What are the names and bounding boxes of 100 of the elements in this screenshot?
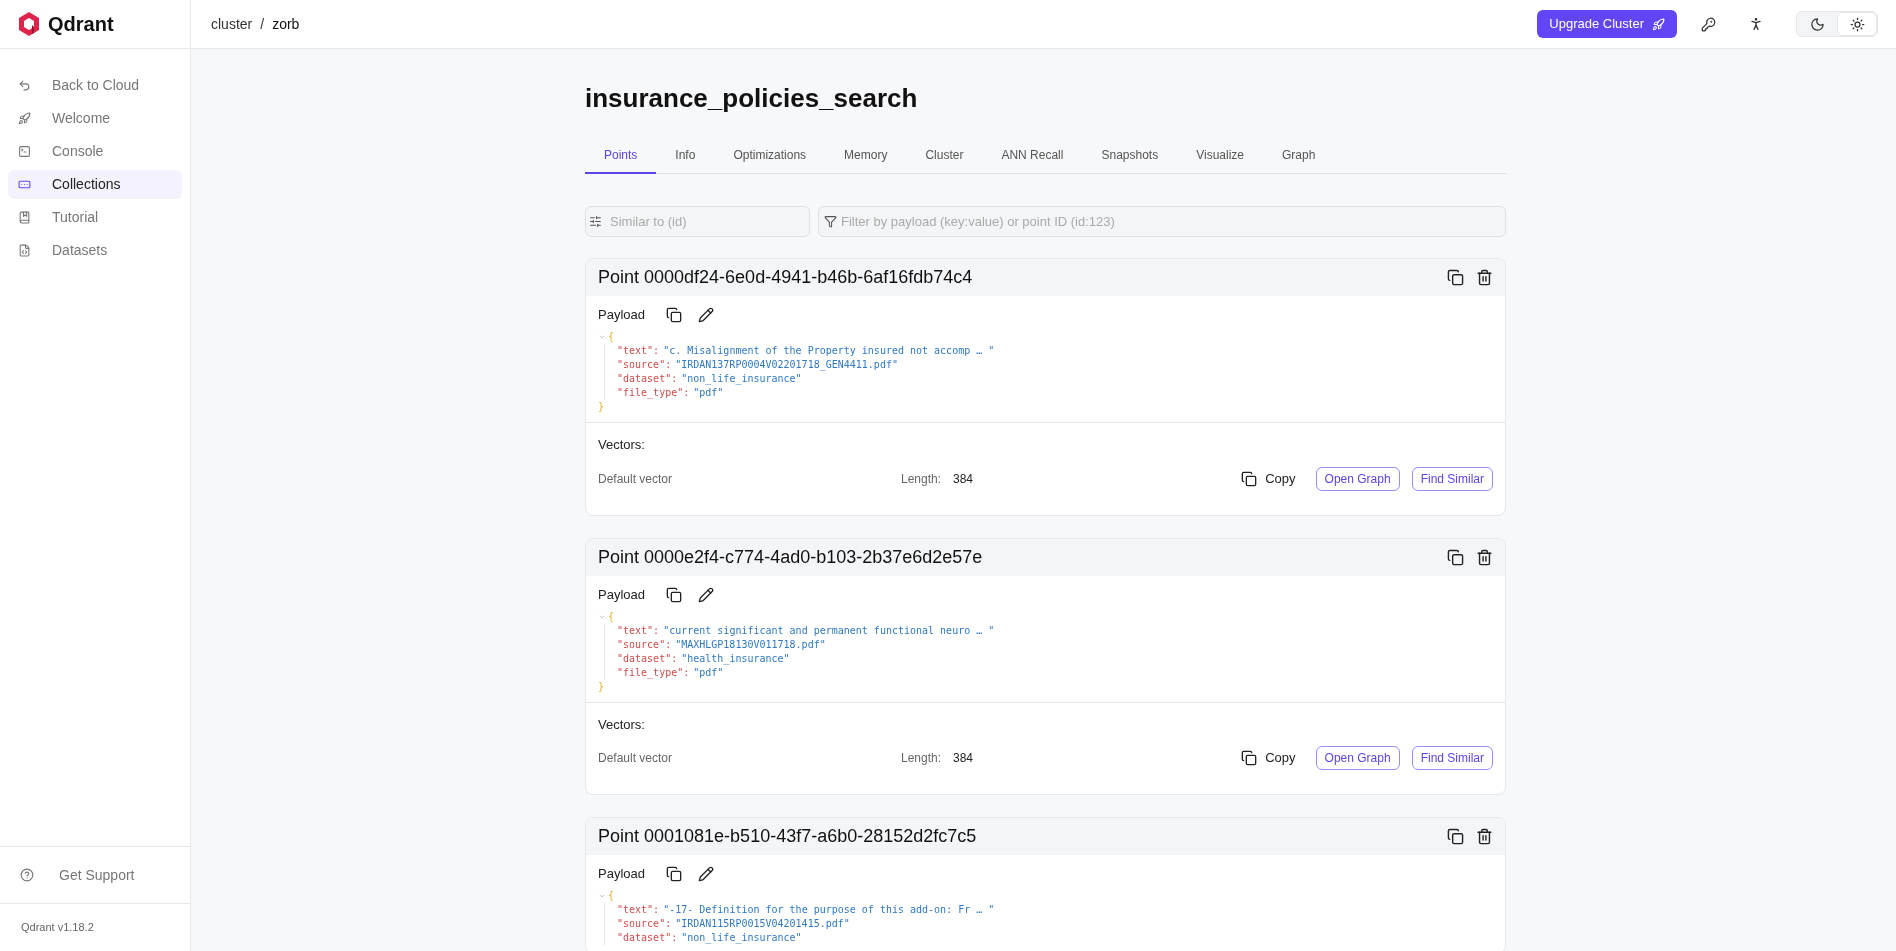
length-label: Length: bbox=[901, 750, 943, 767]
vectors-label: Vectors: bbox=[598, 436, 646, 454]
tab[interactable]: Snapshots bbox=[1082, 138, 1178, 174]
sidebar-item[interactable]: Collections bbox=[8, 170, 182, 199]
filter-icon bbox=[824, 215, 837, 228]
accessibility-icon[interactable] bbox=[1748, 16, 1764, 32]
edit-icon[interactable] bbox=[698, 866, 714, 882]
light-mode-button[interactable] bbox=[1837, 12, 1877, 36]
sidebar-item[interactable]: Datasets bbox=[8, 236, 182, 265]
tab[interactable]: Cluster bbox=[906, 138, 983, 174]
json-value: "c. Misalignment of the Property insured not accomp … " bbox=[663, 344, 995, 358]
copy-button[interactable]: Copy bbox=[1241, 468, 1296, 489]
payload-label: Payload bbox=[598, 585, 646, 604]
json-value: "MAXHLGP18130V011718.pdf" bbox=[675, 637, 826, 652]
breadcrumb-link[interactable]: zorb bbox=[272, 13, 300, 35]
sidebar-item[interactable]: Console bbox=[8, 137, 182, 166]
find-similar-button[interactable]: Find Similar bbox=[1411, 466, 1493, 491]
length-value: 384 bbox=[953, 470, 974, 488]
find-similar-button[interactable]: Find Similar bbox=[1411, 746, 1493, 770]
breadcrumb-link[interactable]: cluster bbox=[211, 13, 253, 35]
similar-search-input[interactable]: Similar to (id) bbox=[610, 211, 806, 232]
json-key: "text": bbox=[617, 623, 660, 638]
version-label: Qdrant v1.18.2 bbox=[21, 920, 94, 936]
sliders-icon bbox=[589, 215, 602, 228]
tab[interactable]: Optimizations bbox=[714, 138, 826, 174]
json-key: "text": bbox=[617, 903, 660, 917]
copy-icon[interactable] bbox=[1447, 548, 1464, 566]
trash-icon[interactable] bbox=[1476, 828, 1493, 845]
edit-icon[interactable] bbox=[698, 307, 714, 323]
open-graph-button[interactable]: Open Graph bbox=[1315, 466, 1400, 491]
trash-icon[interactable] bbox=[1476, 548, 1493, 566]
terminal-icon bbox=[18, 145, 31, 158]
json-brace: { bbox=[608, 889, 615, 903]
tab[interactable]: Info bbox=[656, 138, 715, 174]
json-key: "dataset": bbox=[617, 372, 678, 386]
copy-button[interactable]: Copy bbox=[1241, 748, 1296, 768]
json-key: "file_type": bbox=[617, 386, 690, 400]
trash-icon[interactable] bbox=[1476, 269, 1493, 286]
json-value: "pdf" bbox=[693, 665, 724, 680]
json-key: "source": bbox=[617, 358, 672, 372]
length-value: 384 bbox=[953, 750, 974, 767]
rocket-icon bbox=[18, 112, 31, 125]
json-key: "source": bbox=[617, 917, 672, 931]
key-icon[interactable] bbox=[1701, 16, 1716, 32]
copy-icon bbox=[1241, 470, 1258, 487]
json-value: "IRDAN137RP0004V02201718_GEN4411.pdf" bbox=[675, 358, 898, 372]
json-brace: } bbox=[598, 401, 605, 412]
open-graph-button[interactable]: Open Graph bbox=[1315, 746, 1400, 770]
book-icon bbox=[18, 211, 31, 224]
tab[interactable]: Graph bbox=[1263, 138, 1335, 174]
sun-icon bbox=[1849, 16, 1865, 32]
brand-name: Qdrant bbox=[48, 12, 114, 37]
point-title: Point 0001081e-b510-43f7-a6b0-28152d2fc7c5 bbox=[598, 825, 977, 848]
json-value: "pdf" bbox=[693, 386, 724, 400]
help-icon bbox=[20, 868, 34, 882]
json-key: "dataset": bbox=[617, 931, 678, 945]
similar-search-field[interactable]: Similar to (id) bbox=[585, 206, 810, 237]
sidebar-item[interactable]: Back to Cloud bbox=[8, 71, 182, 100]
sidebar-item[interactable]: Tutorial bbox=[8, 203, 182, 232]
return-arrow-icon bbox=[18, 79, 31, 92]
json-key: "source": bbox=[617, 637, 672, 652]
vectors-label: Vectors: bbox=[598, 715, 646, 734]
tab[interactable]: ANN Recall bbox=[982, 138, 1083, 174]
filter-input[interactable]: Filter by payload (key:value) or point ID (id:123) bbox=[841, 211, 1500, 232]
vector-name: Default vector bbox=[598, 750, 674, 767]
json-key: "dataset": bbox=[617, 651, 678, 666]
tab[interactable]: Points bbox=[585, 138, 657, 174]
logo-icon bbox=[18, 12, 40, 36]
vector-name: Default vector bbox=[598, 470, 674, 488]
point-title: Point 0000e2f4-c774-4ad0-b103-2b37e6d2e57e bbox=[598, 545, 983, 569]
copy-icon bbox=[1241, 750, 1258, 766]
moon-icon bbox=[1809, 16, 1825, 32]
json-key: "file_type": bbox=[617, 665, 690, 680]
filter-field[interactable]: Filter by payload (key:value) or point ID (id:123) bbox=[818, 206, 1506, 237]
page-title: insurance_policies_search bbox=[585, 82, 919, 114]
json-value: "non_life_insurance" bbox=[681, 931, 802, 945]
point-title: Point 0000df24-6e0d-4941-b46b-6af16fdb74c4 bbox=[598, 266, 973, 289]
sidebar-item[interactable]: Welcome bbox=[8, 104, 182, 133]
payload-label: Payload bbox=[598, 306, 646, 325]
support-link[interactable]: Get Support bbox=[20, 864, 135, 886]
payload-label: Payload bbox=[598, 865, 646, 884]
edit-icon[interactable] bbox=[698, 586, 714, 603]
json-brace: } bbox=[598, 680, 605, 692]
copy-icon[interactable] bbox=[666, 586, 682, 603]
copy-icon[interactable] bbox=[666, 866, 682, 882]
json-value: "-17- Definition for the purpose of this add-on: Fr … " bbox=[663, 903, 995, 917]
upgrade-button[interactable]: Upgrade Cluster bbox=[1537, 10, 1677, 38]
collection-icon bbox=[18, 178, 31, 191]
json-value: "health_insurance" bbox=[681, 651, 790, 666]
json-value: "current significant and permanent functional neuro … " bbox=[663, 623, 995, 638]
copy-icon[interactable] bbox=[1447, 828, 1464, 845]
length-label: Length: bbox=[901, 470, 943, 488]
tab[interactable]: Visualize bbox=[1177, 138, 1263, 174]
rocket-icon bbox=[1652, 17, 1665, 31]
json-brace: { bbox=[608, 330, 615, 344]
tab[interactable]: Memory bbox=[825, 138, 907, 174]
copy-icon[interactable] bbox=[1447, 269, 1464, 286]
copy-icon[interactable] bbox=[666, 307, 682, 323]
json-value: "non_life_insurance" bbox=[681, 372, 802, 386]
json-key: "text": bbox=[617, 344, 660, 358]
